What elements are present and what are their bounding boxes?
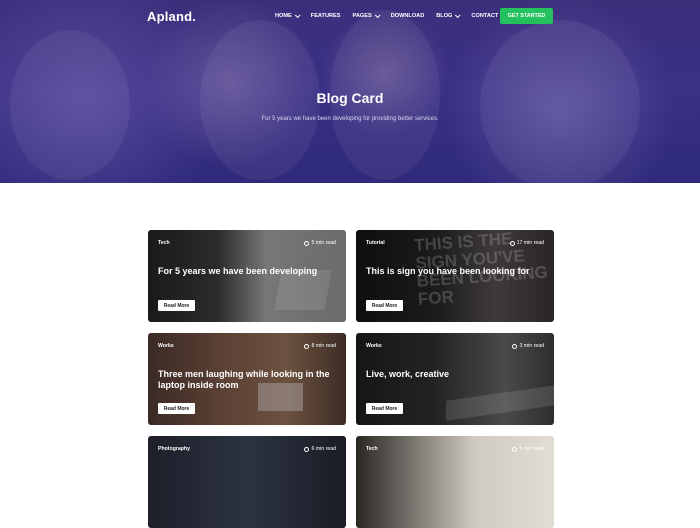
chevron-down-icon (455, 12, 461, 19)
chevron-down-icon (294, 12, 301, 19)
read-time: 8 min read (304, 343, 336, 349)
clock-icon (304, 343, 310, 349)
card-tag: Tutorial (366, 240, 385, 246)
read-more-button[interactable]: Read More (158, 403, 195, 414)
nav-download[interactable]: DOWNLOAD (391, 13, 425, 19)
blog-card[interactable]: Works 3 min read Live, work, creative Re… (356, 333, 554, 425)
card-title[interactable]: This is sign you have been looking for (366, 266, 546, 277)
read-more-button[interactable]: Read More (366, 300, 403, 311)
card-tag: Tech (366, 446, 378, 452)
hero-banner: Apland. HOME FEATURES PAGES DOWNLOAD BLO… (0, 0, 700, 183)
blog-card[interactable]: Photography 6 min read (148, 436, 346, 528)
card-title[interactable]: Live, work, creative (366, 369, 546, 380)
nav-contact[interactable]: CONTACT (471, 13, 498, 19)
nav-features[interactable]: FEATURES (311, 13, 341, 19)
chevron-down-icon (374, 12, 381, 19)
read-time: 6 min read (304, 446, 336, 452)
blog-card[interactable]: Works 8 min read Three men laughing whil… (148, 333, 346, 425)
clock-icon (512, 446, 518, 452)
page-subtitle: For 5 years we have been developing for … (261, 116, 439, 122)
card-tag: Works (158, 343, 174, 349)
nav-pages[interactable]: PAGES (353, 12, 381, 19)
nav-blog[interactable]: BLOG (436, 12, 461, 19)
read-time: 17 min read (509, 240, 544, 246)
read-time: 5 min read (512, 446, 544, 452)
card-title[interactable]: For 5 years we have been developing (158, 266, 338, 277)
card-tag: Works (366, 343, 382, 349)
photo-shape (446, 385, 554, 421)
nav-home[interactable]: HOME (275, 12, 301, 19)
card-tag: Tech (158, 240, 170, 246)
clock-icon (509, 240, 515, 246)
get-started-button[interactable]: GET STARTED (500, 8, 553, 24)
read-more-button[interactable]: Read More (366, 403, 403, 414)
main-nav: HOME FEATURES PAGES DOWNLOAD BLOG CONTAC… (275, 12, 498, 19)
clock-icon (304, 446, 310, 452)
card-title[interactable]: Three men laughing while looking in the … (158, 369, 338, 391)
clock-icon (304, 240, 310, 246)
blog-card[interactable]: Tech 5 min read For 5 years we have been… (148, 230, 346, 322)
brand-logo[interactable]: Apland. (147, 9, 196, 24)
read-time: 3 min read (512, 343, 544, 349)
blog-card[interactable]: THIS IS THE SIGN YOU'VE BEEN LOOKING FOR… (356, 230, 554, 322)
page-title: Blog Card (316, 90, 384, 106)
read-more-button[interactable]: Read More (158, 300, 195, 311)
card-tag: Photography (158, 446, 190, 452)
read-time: 5 min read (304, 240, 336, 246)
clock-icon (512, 343, 518, 349)
blog-card[interactable]: Tech 5 min read (356, 436, 554, 528)
